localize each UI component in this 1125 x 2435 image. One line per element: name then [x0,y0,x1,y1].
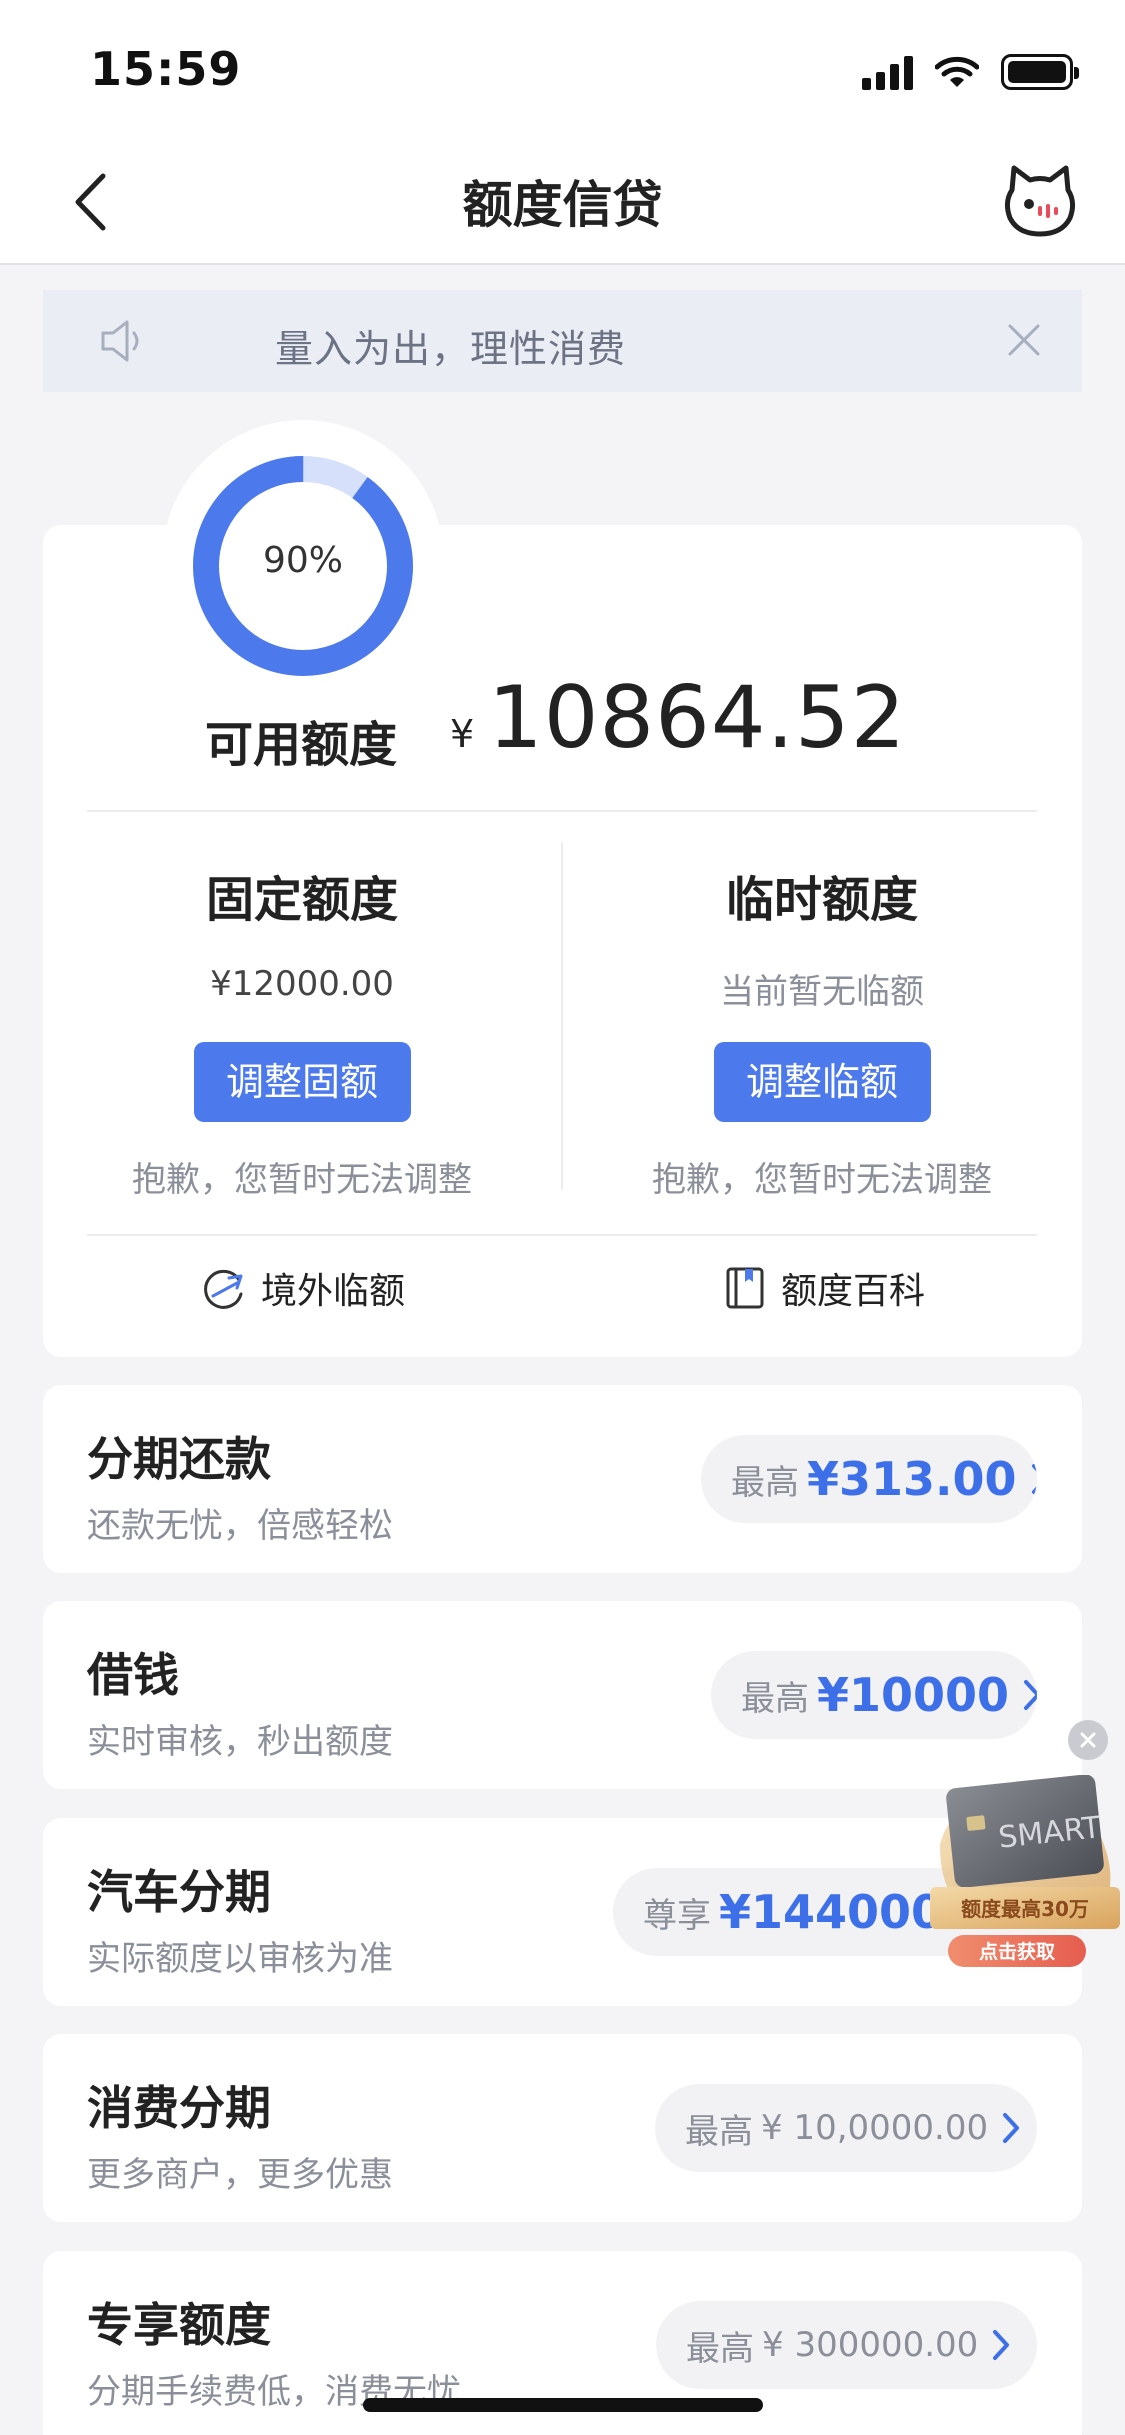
adjust-temporary-button[interactable]: 调整临额 [713,1042,931,1122]
product-card-installment-repay[interactable]: 分期还款 还款无忧，倍感轻松 最高 ¥313.00 [43,1385,1082,1573]
page-title: 额度信贷 [462,176,663,234]
speaker-icon [101,320,139,362]
home-indicator [363,2398,763,2412]
product-subtitle: 实际额度以审核为准 [87,1939,393,1979]
credit-card-promo[interactable]: SMART 额度最高30万 点击获取 [920,1775,1125,1975]
temporary-credit-value: 当前暂无临额 [720,972,924,1012]
divider [87,1234,1037,1236]
close-icon[interactable] [1004,320,1044,360]
product-amount-pill[interactable]: 最高 ¥10000 [711,1651,1037,1739]
product-title: 分期还款 [87,1432,271,1486]
status-time: 15:59 [90,42,242,96]
battery-icon [1001,54,1079,90]
overseas-credit-label: 境外临额 [261,1271,406,1312]
chevron-right-icon [993,2330,1010,2360]
promo-headline: 额度最高30万 [961,1897,1089,1921]
plane-globe-icon [204,1269,243,1309]
fixed-credit-value: ¥12000.00 [210,964,394,1004]
pill-prefix: 最高 [731,1462,799,1503]
status-icons [862,50,1079,94]
product-card-consumer-installment[interactable]: 消费分期 更多商户，更多优惠 最高 ¥ 10,0000.00 [43,2034,1082,2222]
cellular-signal-icon [862,54,913,90]
available-credit-label: 可用额度 [205,717,398,773]
chevron-right-icon [1003,2113,1020,2143]
currency-symbol: ¥ [450,712,475,756]
product-subtitle: 实时审核，秒出额度 [87,1722,393,1762]
notice-text: 量入为出，理性消费 [275,327,627,371]
pill-amount: ¥ 10,0000.00 [761,2108,989,2148]
pill-prefix: 最高 [686,2328,754,2369]
product-subtitle: 更多商户，更多优惠 [87,2155,393,2195]
product-title: 专享额度 [87,2298,271,2352]
book-icon [726,1267,764,1309]
product-card-borrow[interactable]: 借钱 实时审核，秒出额度 最高 ¥10000 [43,1601,1082,1789]
pill-amount: ¥313.00 [807,1452,1017,1506]
pill-prefix: 最高 [741,1678,809,1719]
credit-encyclopedia-label: 额度百科 [781,1271,926,1312]
credit-encyclopedia-link[interactable]: 额度百科 [723,1262,925,1314]
available-credit-amount: 10864.52 [488,668,907,768]
wifi-icon [935,56,979,87]
product-title: 借钱 [87,1648,179,1702]
close-icon [1080,1732,1096,1748]
fixed-credit-title: 固定额度 [205,872,398,928]
temporary-credit-title: 临时额度 [725,872,918,928]
temporary-credit-note: 抱歉，您暂时无法调整 [652,1160,992,1200]
promo-close-button[interactable] [1068,1720,1108,1760]
product-amount-pill[interactable]: 最高 ¥313.00 [701,1435,1037,1523]
fixed-credit-section: 固定额度 ¥12000.00 调整固额 抱歉，您暂时无法调整 [77,860,527,1201]
product-title: 汽车分期 [87,1865,271,1919]
credit-links: 境外临额 额度百科 [43,1262,1082,1328]
overseas-credit-link[interactable]: 境外临额 [203,1262,405,1314]
customer-service-button[interactable] [1000,162,1080,242]
divider [87,810,1037,812]
pill-prefix: 最高 [685,2111,753,2152]
notice-banner: 量入为出，理性消费 [43,290,1082,392]
status-bar: 15:59 [0,0,1125,140]
column-divider [561,842,563,1190]
pill-amount: ¥10000 [817,1668,1010,1722]
chevron-right-icon [1024,1680,1037,1710]
temporary-credit-section: 临时额度 当前暂无临额 调整临额 抱歉，您暂时无法调整 [597,860,1047,1201]
chevron-right-icon [1031,1464,1037,1494]
promo-cta: 点击获取 [979,1940,1055,1963]
product-amount-pill[interactable]: 最高 ¥ 300000.00 [656,2301,1037,2389]
product-amount-pill[interactable]: 最高 ¥ 10,0000.00 [655,2084,1037,2172]
product-title: 消费分期 [87,2081,271,2135]
product-subtitle: 还款无忧，倍感轻松 [87,1506,393,1546]
fixed-credit-note: 抱歉，您暂时无法调整 [132,1160,472,1200]
pill-prefix: 尊享 [643,1895,711,1936]
adjust-fixed-button[interactable]: 调整固额 [193,1042,411,1122]
pill-amount: ¥ 300000.00 [762,2325,979,2365]
cat-mascot-icon [1004,165,1076,237]
gauge-percent-label: 90% [262,540,343,581]
nav-bar: 额度信贷 [0,140,1125,265]
